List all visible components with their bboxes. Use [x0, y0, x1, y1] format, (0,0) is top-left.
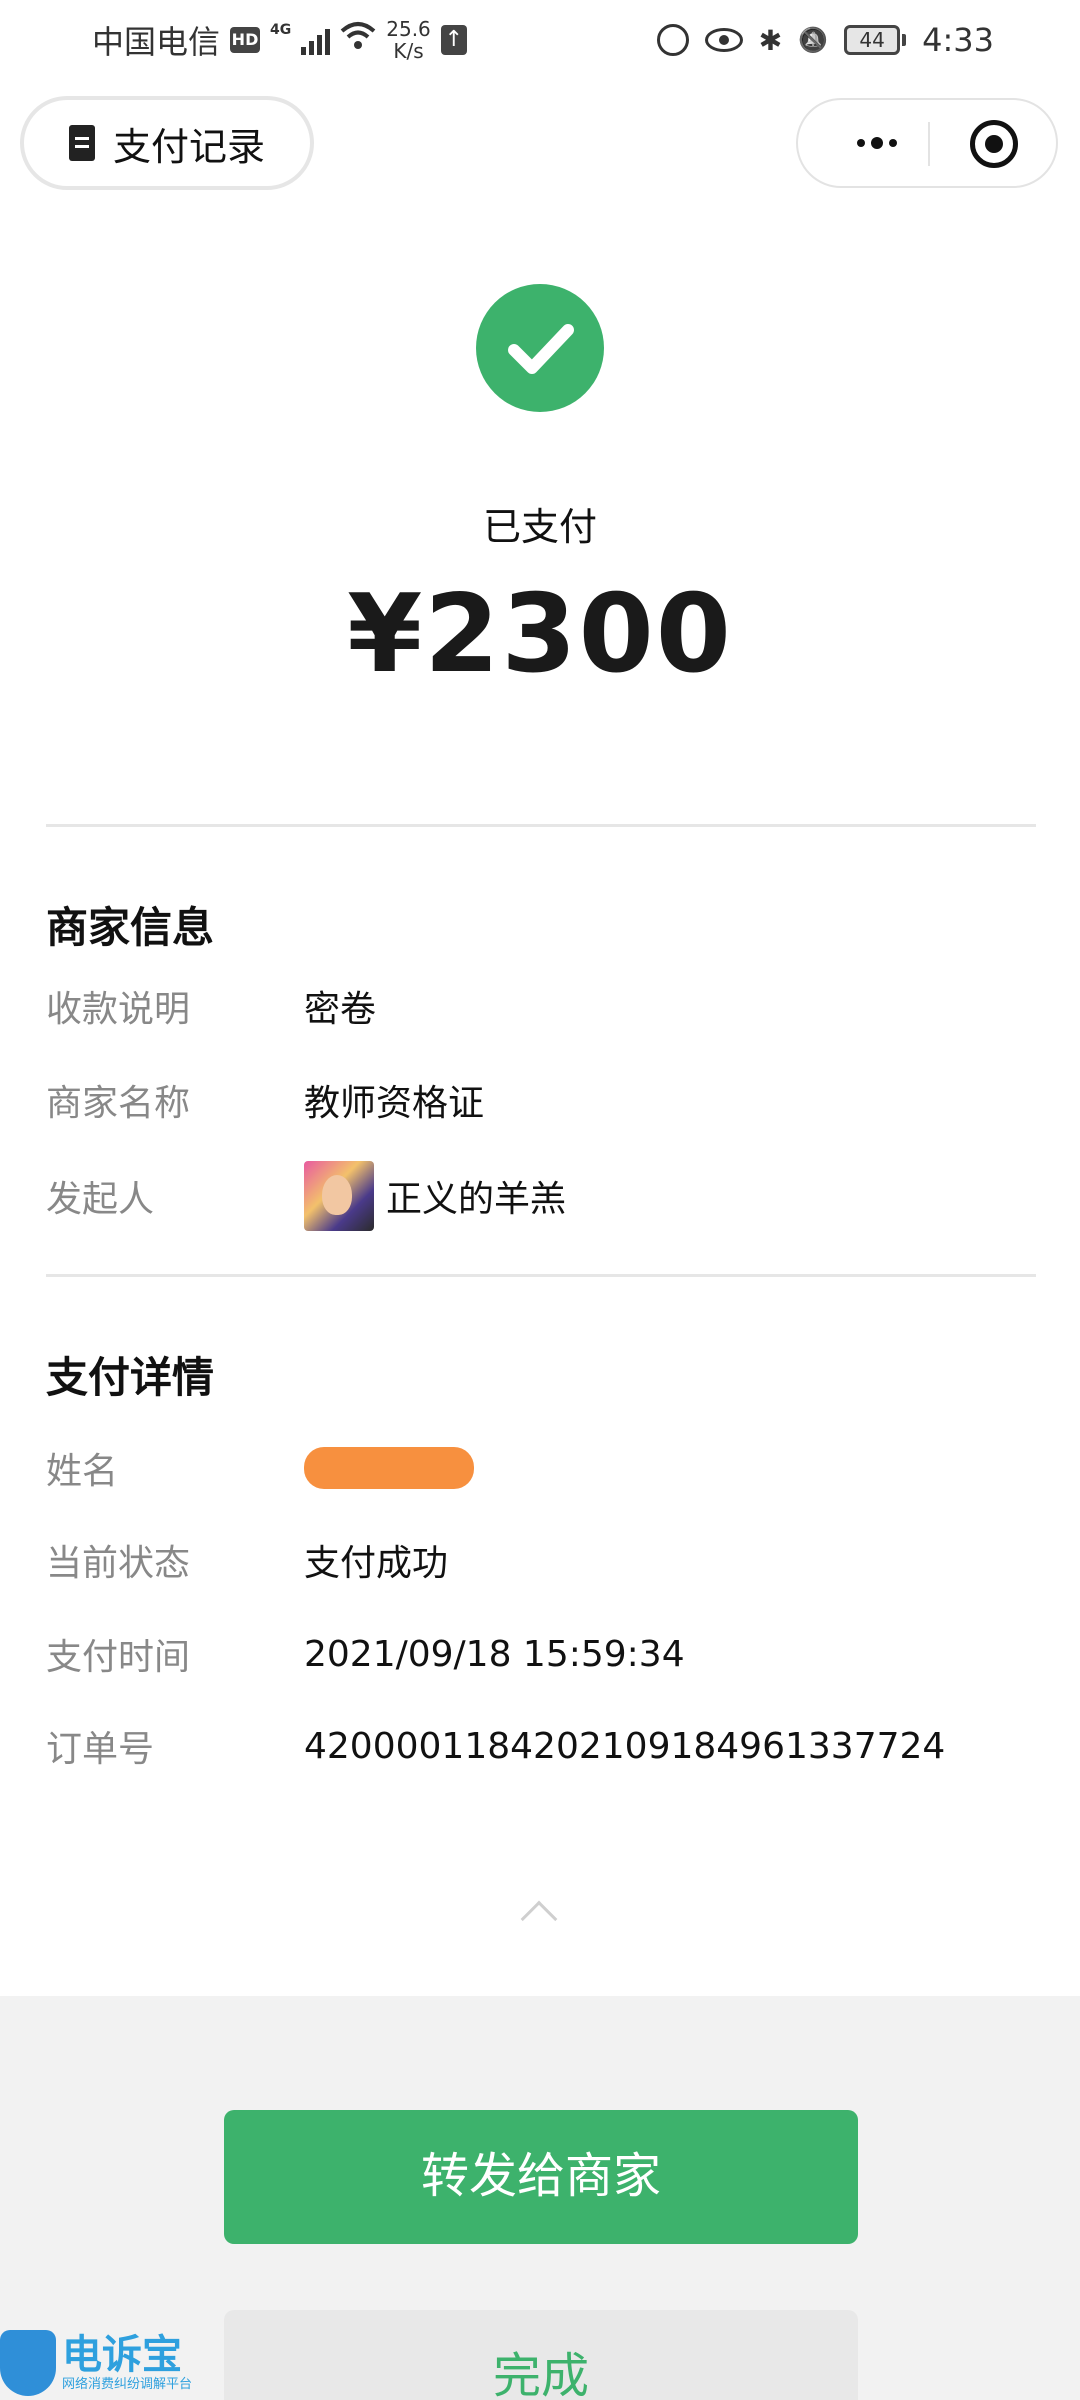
status-bar-left: 中国电信 HD 4G 25.6 K/s ↑	[92, 18, 467, 62]
payment-records-button[interactable]: 支付记录	[20, 96, 314, 190]
watermark-subtitle: 网络消费纠纷调解平台	[62, 2377, 193, 2392]
close-miniprogram-icon[interactable]	[970, 120, 1018, 168]
row-key: 发起人	[46, 1179, 155, 1220]
more-options-button[interactable]	[832, 100, 922, 186]
initiator-name: 正义的羊羔	[386, 1179, 567, 1220]
signal-icon	[301, 25, 331, 55]
speed-unit: K/s	[393, 39, 424, 63]
more-dot-icon	[871, 137, 883, 149]
upload-icon: ↑	[440, 25, 467, 55]
row-value: 支付成功	[304, 1543, 449, 1584]
divider	[46, 1274, 1036, 1277]
payment-records-label: 支付记录	[112, 124, 265, 169]
speed-value: 25.6	[386, 17, 431, 41]
info-row-initiator: 发起人 正义的羊羔	[46, 1161, 1046, 1231]
row-key: 姓名	[46, 1451, 119, 1492]
carrier-label: 中国电信	[92, 23, 221, 61]
done-button[interactable]: 完成	[224, 2310, 858, 2400]
row-key: 支付时间	[46, 1637, 191, 1678]
info-row-description: 收款说明 密卷	[46, 976, 1046, 1036]
row-key: 商家名称	[46, 1083, 191, 1124]
watermark-text: 电诉宝 网络消费纠纷调解平台	[62, 2333, 192, 2393]
divider	[46, 824, 1036, 827]
status-bar-right: ✱ 🔕 44 4:33	[656, 18, 994, 62]
battery-level: 44	[844, 25, 901, 55]
data-saver-icon	[656, 24, 689, 56]
row-key: 收款说明	[46, 989, 191, 1030]
row-value: 教师资格证	[304, 1083, 485, 1124]
shield-icon	[0, 2330, 56, 2396]
row-value	[304, 1447, 474, 1489]
battery-icon: 44	[844, 25, 907, 55]
redacted-name	[304, 1447, 474, 1489]
capsule-divider	[928, 122, 930, 166]
detail-row-name: 姓名	[46, 1438, 1046, 1498]
clock: 4:33	[922, 21, 994, 59]
avatar[interactable]	[304, 1161, 374, 1231]
chevron-up-icon[interactable]	[520, 1900, 558, 1938]
eye-comfort-icon	[704, 28, 743, 52]
row-value: 2021/09/18 15:59:34	[304, 1633, 685, 1675]
payment-details-title: 支付详情	[46, 1353, 215, 1402]
row-key: 订单号	[46, 1729, 155, 1770]
wifi-icon	[340, 21, 376, 59]
row-key: 当前状态	[46, 1543, 191, 1584]
payment-status-label: 已支付	[482, 505, 597, 549]
more-dot-icon	[857, 139, 865, 147]
payment-amount: ¥2300	[347, 572, 733, 697]
document-icon	[68, 125, 95, 161]
more-dot-icon	[889, 139, 897, 147]
network-type-label: 4G	[270, 22, 292, 38]
hd-icon: HD	[230, 27, 261, 53]
network-speed: 25.6 K/s	[386, 18, 431, 62]
detail-row-status: 当前状态 支付成功	[46, 1530, 1046, 1590]
initiator-value: 正义的羊羔	[304, 1161, 566, 1231]
row-value: 密卷	[304, 989, 377, 1030]
detail-row-time: 支付时间 2021/09/18 15:59:34	[46, 1624, 1046, 1684]
miniprogram-capsule	[796, 98, 1058, 188]
detail-row-order-number: 订单号 4200001184202109184961337724	[46, 1716, 1046, 1776]
forward-to-merchant-button[interactable]: 转发给商家	[224, 2110, 858, 2244]
info-row-merchant-name: 商家名称 教师资格证	[46, 1070, 1046, 1130]
bluetooth-icon: ✱	[758, 23, 783, 57]
watermark-logo: 电诉宝 网络消费纠纷调解平台	[0, 2326, 230, 2400]
watermark-title: 电诉宝	[62, 2332, 182, 2378]
row-value: 4200001184202109184961337724	[304, 1725, 946, 1767]
mute-icon: 🔕	[798, 26, 829, 54]
merchant-info-title: 商家信息	[46, 903, 215, 952]
success-check-icon	[476, 284, 604, 412]
status-bar: 中国电信 HD 4G 25.6 K/s ↑ ✱ 🔕 44 4:33	[0, 0, 1080, 80]
